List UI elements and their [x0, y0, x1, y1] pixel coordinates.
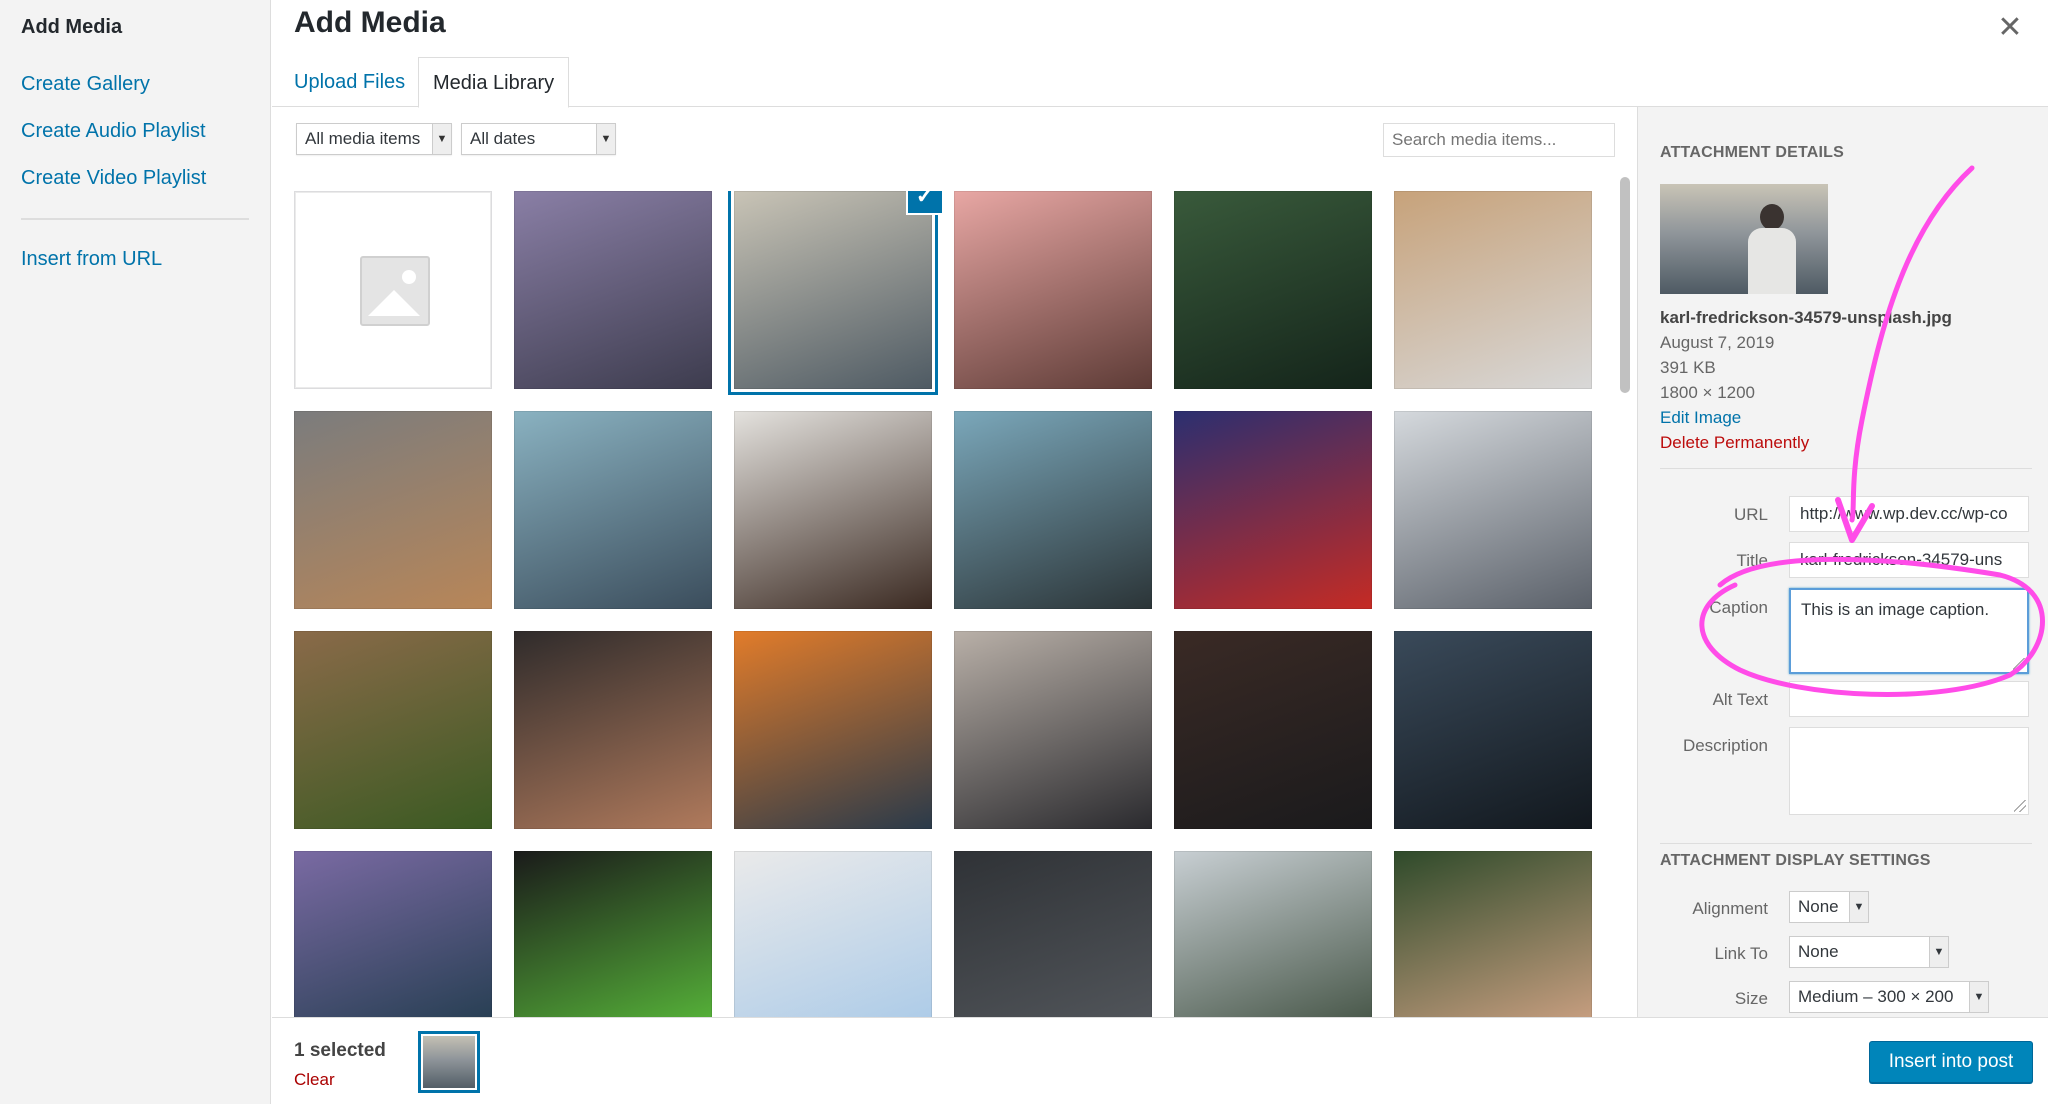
- media-toolbar: 1 selected Clear Insert into post: [272, 1017, 2048, 1104]
- display-settings-heading: Attachment Display Settings: [1660, 852, 1931, 869]
- frame-title: Add Media: [294, 6, 446, 39]
- media-grid: ✓: [294, 191, 1614, 1018]
- resize-grip-icon[interactable]: [2013, 658, 2025, 670]
- alt-text-label: Alt Text: [1712, 690, 1768, 709]
- scrollbar-thumb[interactable]: [1620, 177, 1630, 393]
- chevron-down-icon: ▼: [1969, 982, 1988, 1012]
- size-select[interactable]: Medium – 300 × 200 ▼: [1789, 981, 1989, 1013]
- caption-label: Caption: [1709, 598, 1768, 617]
- media-item-woman-curly[interactable]: [734, 411, 932, 609]
- menu-separator: [21, 218, 249, 220]
- media-item-milky-way[interactable]: [1394, 631, 1592, 829]
- selection-count: 1 selected: [294, 1040, 386, 1061]
- tab-bar: Upload Files Media Library: [272, 57, 2048, 108]
- media-item-woman-redhead[interactable]: [514, 411, 712, 609]
- media-type-filter-value: All media items: [305, 129, 421, 148]
- media-item-woman-dark-hair[interactable]: [954, 411, 1152, 609]
- insert-into-post-button[interactable]: Insert into post: [1869, 1041, 2033, 1083]
- media-item-table-books[interactable]: [294, 411, 492, 609]
- clear-selection-link[interactable]: Clear: [294, 1070, 335, 1090]
- chevron-down-icon: ▼: [596, 124, 615, 154]
- menu-item-add-media[interactable]: Add Media: [0, 14, 270, 61]
- link-to-label: Link To: [1714, 944, 1768, 963]
- edit-image-link[interactable]: Edit Image: [1660, 405, 1952, 430]
- media-item-back-athlete[interactable]: [514, 631, 712, 829]
- size-value: Medium – 300 × 200: [1798, 987, 1954, 1006]
- date-filter-value: All dates: [470, 129, 536, 148]
- attachment-date: August 7, 2019: [1660, 333, 1775, 352]
- menu-item-insert-from-url[interactable]: Insert from URL: [0, 236, 270, 283]
- close-icon[interactable]: ✕: [1990, 8, 2030, 48]
- menu-item-create-video-playlist[interactable]: Create Video Playlist: [0, 155, 270, 202]
- attachment-filename: karl-fredrickson-34579-unsplash.jpg: [1660, 308, 1952, 327]
- media-item-vegetables[interactable]: [294, 631, 492, 829]
- menu-item-create-gallery[interactable]: Create Gallery: [0, 61, 270, 108]
- attachment-filesize: 391 KB: [1660, 358, 1716, 377]
- search-input[interactable]: [1383, 123, 1615, 157]
- link-to-value: None: [1798, 942, 1839, 961]
- media-item-city-map[interactable]: [734, 851, 932, 1018]
- link-to-select[interactable]: None ▼: [1789, 936, 1949, 968]
- description-field[interactable]: [1789, 727, 2029, 815]
- selection-thumbnail[interactable]: [418, 1031, 480, 1093]
- attachment-details-sidebar: Attachment Details karl-fredrickson-3457…: [1637, 107, 2048, 1017]
- attachment-details-heading: Attachment Details: [1660, 144, 1845, 161]
- checkmark-icon[interactable]: ✓: [908, 191, 942, 213]
- media-item-mountain-sunset[interactable]: [514, 191, 712, 389]
- tab-media-library[interactable]: Media Library: [418, 57, 570, 108]
- attachment-dimensions: 1800 × 1200: [1660, 383, 1756, 402]
- description-label: Description: [1682, 736, 1768, 755]
- resize-grip-icon[interactable]: [2014, 800, 2026, 812]
- url-label: URL: [1733, 505, 1768, 524]
- alt-text-field[interactable]: [1789, 681, 2029, 717]
- media-item-fire[interactable]: [734, 631, 932, 829]
- chevron-down-icon: ▼: [1849, 892, 1868, 922]
- menu-item-create-audio-playlist[interactable]: Create Audio Playlist: [0, 108, 270, 155]
- media-item-aurora-purple[interactable]: [294, 851, 492, 1018]
- title-field[interactable]: karl-fredrickson-34579-uns: [1789, 542, 2029, 578]
- media-item-aurora-green[interactable]: [514, 851, 712, 1018]
- caption-value: This is an image caption.: [1801, 600, 1990, 619]
- media-item-balcony-view[interactable]: [1394, 411, 1592, 609]
- settings-divider: [1660, 843, 2032, 844]
- media-item-flamingo[interactable]: [954, 191, 1152, 389]
- chevron-down-icon: ▼: [432, 124, 451, 154]
- media-item-woman-portrait[interactable]: [1174, 631, 1372, 829]
- date-filter[interactable]: All dates ▼: [461, 123, 616, 155]
- media-item-woman-glasses[interactable]: [1394, 851, 1592, 1018]
- media-item-placeholder[interactable]: [294, 191, 492, 389]
- media-item-mission[interactable]: [954, 851, 1152, 1018]
- media-item-hiker-valley[interactable]: [1174, 851, 1372, 1018]
- alignment-label: Alignment: [1692, 899, 1768, 918]
- tab-upload-files[interactable]: Upload Files: [280, 57, 419, 107]
- caption-field[interactable]: This is an image caption.: [1789, 588, 2029, 674]
- attachment-thumbnail: [1660, 184, 1828, 294]
- attachment-info: karl-fredrickson-34579-unsplash.jpg Augu…: [1660, 305, 1952, 455]
- title-label: Title: [1736, 551, 1769, 570]
- alignment-value: None: [1798, 897, 1839, 916]
- image-placeholder-icon: [360, 256, 430, 326]
- alignment-select[interactable]: None ▼: [1789, 891, 1869, 923]
- details-divider: [1660, 468, 2032, 469]
- delete-permanently-link[interactable]: Delete Permanently: [1660, 430, 1952, 455]
- size-label: Size: [1734, 989, 1768, 1008]
- media-item-book-kinfolk[interactable]: [1394, 191, 1592, 389]
- url-field[interactable]: http://www.wp.dev.cc/wp-co: [1789, 496, 2029, 532]
- media-item-forest-aerial[interactable]: [1174, 191, 1372, 389]
- media-type-filter[interactable]: All media items ▼: [296, 123, 452, 155]
- media-item-man-on-hill[interactable]: ✓: [728, 191, 942, 395]
- media-item-bearded-man[interactable]: [954, 631, 1152, 829]
- media-item-beat-fitness[interactable]: [1174, 411, 1372, 609]
- chevron-down-icon: ▼: [1929, 937, 1948, 967]
- media-menu: Add Media Create Gallery Create Audio Pl…: [0, 0, 271, 1104]
